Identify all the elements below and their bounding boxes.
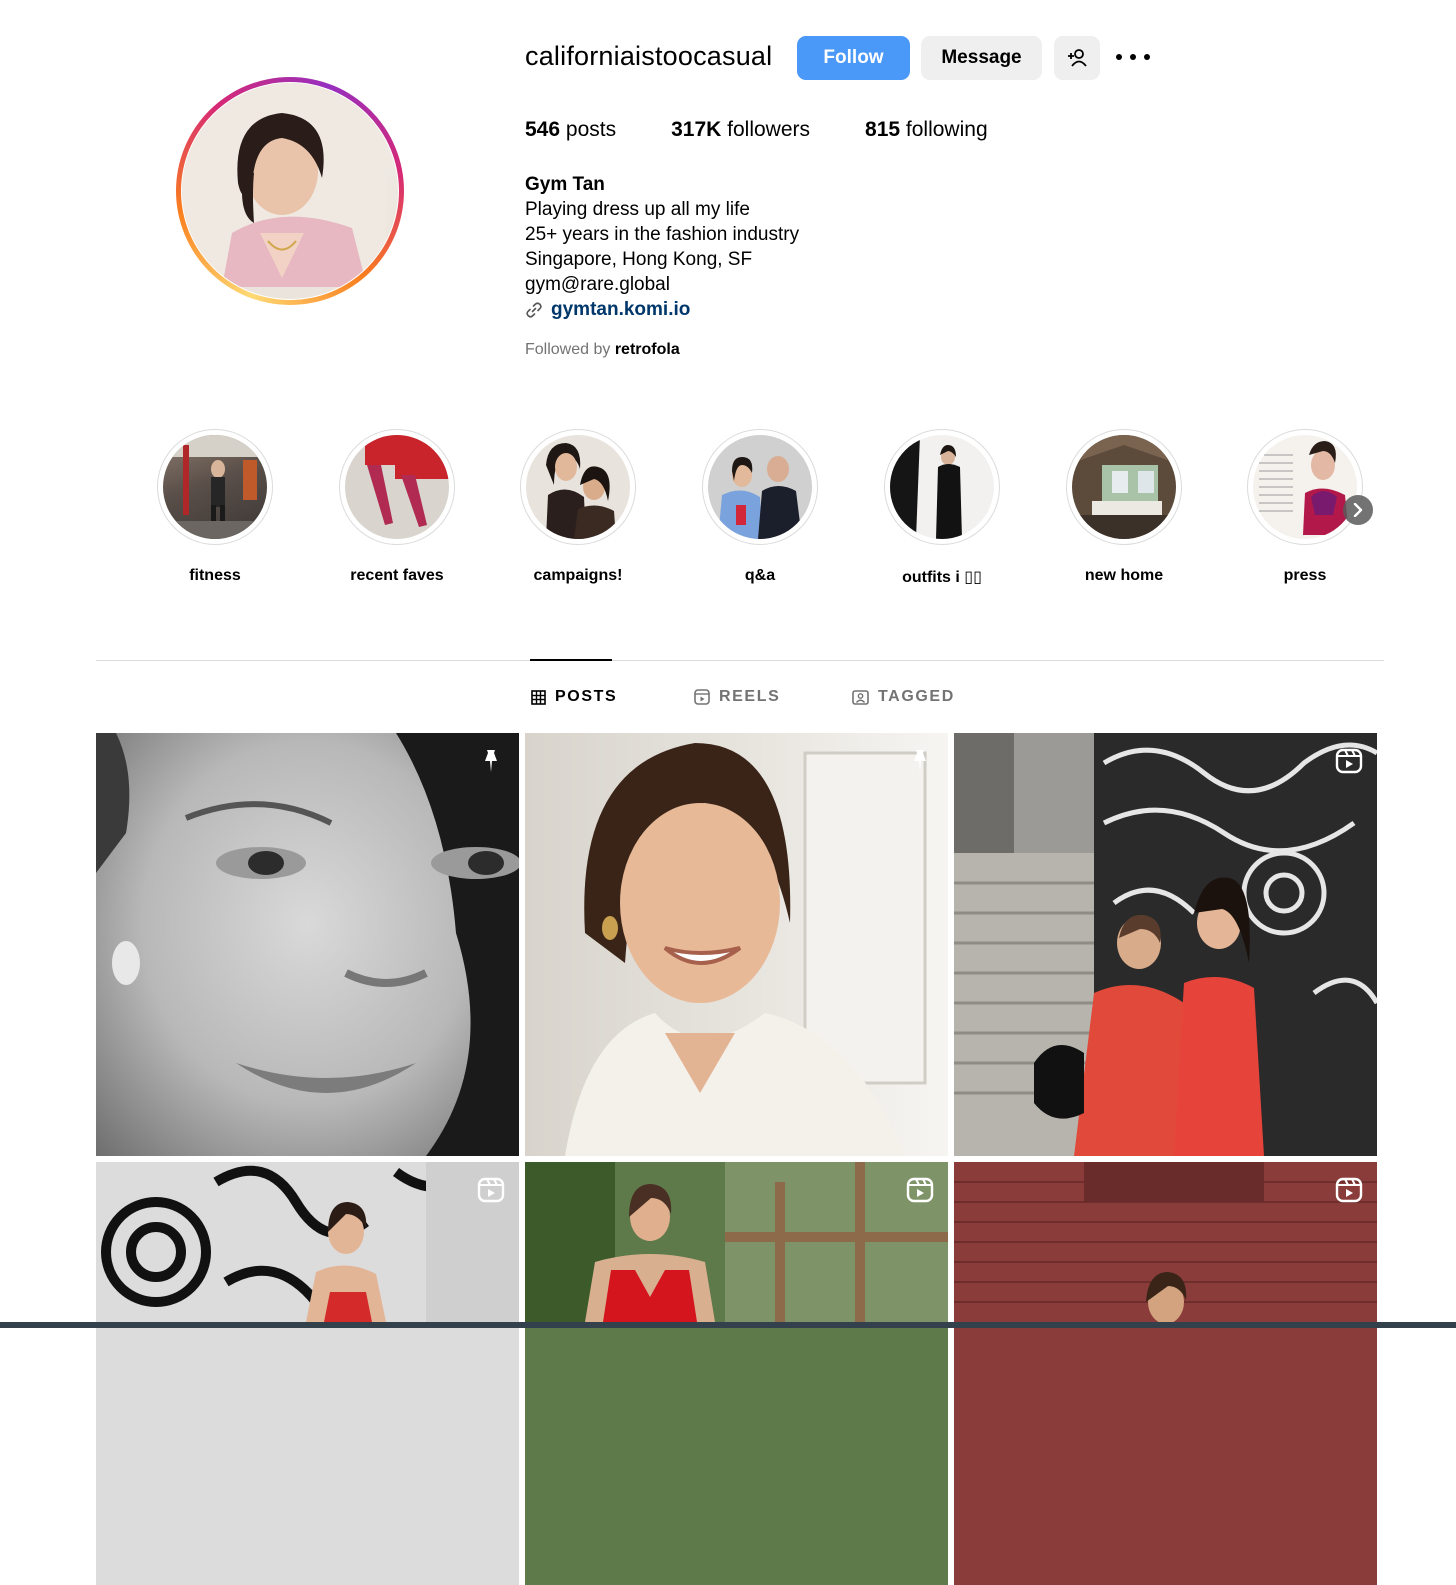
- highlight-thumbnail: [1072, 435, 1176, 539]
- highlight-outfits[interactable]: outfits i ▯▯: [883, 429, 1001, 587]
- more-options-icon[interactable]: [1116, 44, 1150, 70]
- reel-icon: [906, 1177, 934, 1203]
- tagged-icon: [852, 689, 869, 705]
- message-button[interactable]: Message: [921, 36, 1042, 80]
- post-thumbnail[interactable]: [954, 733, 1377, 1156]
- reel-icon: [1335, 1177, 1363, 1203]
- bio-name: Gym Tan: [525, 174, 605, 195]
- tabs-divider: [96, 660, 1384, 661]
- post-image: [101, 1162, 519, 1322]
- post-thumbnail[interactable]: [525, 733, 948, 1156]
- highlight-thumbnail: [345, 435, 449, 539]
- highlight-ring: [157, 429, 273, 545]
- profile-stats: 546 posts 317K followers 815 following: [525, 118, 1043, 142]
- reel-icon: [1335, 748, 1363, 774]
- following-label: following: [905, 118, 988, 141]
- highlight-label: outfits i ▯▯: [902, 569, 982, 586]
- highlight-thumbnail: [526, 435, 630, 539]
- more-dot: [1130, 54, 1136, 60]
- highlight-thumbnail: [890, 435, 994, 539]
- profile-bio: Gym Tan Playing dress up all my life 25+…: [525, 172, 799, 322]
- highlight-image: [546, 443, 616, 539]
- highlight-thumbnail: [163, 435, 267, 539]
- link-icon: [526, 301, 542, 318]
- highlight-ring: [884, 429, 1000, 545]
- highlight-image: [1072, 435, 1176, 539]
- suggested-accounts-button[interactable]: [1054, 36, 1100, 80]
- profile-avatar[interactable]: [176, 77, 404, 305]
- tab-label: REELS: [719, 688, 781, 705]
- active-tab-indicator: [530, 659, 612, 661]
- highlight-new-home[interactable]: new home: [1065, 429, 1183, 585]
- highlight-campaigns[interactable]: campaigns!: [519, 429, 637, 585]
- grid-icon: [531, 689, 546, 705]
- bio-link-text[interactable]: gymtan.komi.io: [551, 297, 690, 322]
- bio-line: Playing dress up all my life: [525, 199, 750, 220]
- following-stat[interactable]: 815 following: [865, 118, 988, 142]
- highlight-label: recent faves: [350, 567, 444, 584]
- followers-label: followers: [727, 118, 811, 141]
- highlight-image: [365, 435, 449, 527]
- highlight-label: new home: [1084, 567, 1164, 584]
- post-image: [565, 743, 927, 1156]
- highlight-label: campaigns!: [533, 567, 623, 584]
- post-thumbnail[interactable]: [96, 1162, 519, 1585]
- highlight-label: press: [1283, 567, 1327, 584]
- avatar-photo: [182, 83, 398, 299]
- reels-icon: [694, 689, 710, 705]
- bio-link[interactable]: gymtan.komi.io: [525, 297, 799, 322]
- highlight-ring: [520, 429, 636, 545]
- window-bottom-edge: [0, 1322, 1456, 1328]
- highlight-thumbnail: [708, 435, 812, 539]
- highlights-next-button[interactable]: [1343, 495, 1373, 525]
- highlight-ring: [339, 429, 455, 545]
- pin-icon: [485, 750, 497, 772]
- highlight-ring: [1066, 429, 1182, 545]
- add-person-icon: [1068, 49, 1087, 67]
- followers-count: 317K: [671, 118, 722, 141]
- tab-label: POSTS: [555, 688, 618, 705]
- post-thumbnail[interactable]: [96, 733, 519, 1156]
- post-image: [954, 733, 1377, 1156]
- post-thumbnail[interactable]: [525, 1162, 948, 1585]
- profile-username: californiaistoocasual: [525, 41, 773, 71]
- highlight-thumbnail: [1253, 435, 1357, 539]
- following-count: 815: [865, 118, 901, 141]
- highlight-label: q&a: [744, 567, 776, 584]
- pin-icon: [914, 750, 926, 772]
- posts-count: 546: [525, 118, 561, 141]
- tab-posts[interactable]: POSTS: [531, 688, 617, 706]
- tab-reels[interactable]: REELS: [694, 688, 780, 706]
- bio-line: Singapore, Hong Kong, SF: [525, 249, 753, 270]
- posts-label: posts: [565, 118, 617, 141]
- highlight-fitness[interactable]: fitness: [156, 429, 274, 585]
- bio-line: 25+ years in the fashion industry: [525, 224, 800, 245]
- bio-line: gym@rare.global: [525, 274, 670, 295]
- follow-button[interactable]: Follow: [797, 36, 910, 80]
- followed-by-prefix: Followed by: [525, 341, 611, 358]
- highlight-image: [890, 435, 962, 539]
- highlight-recent-faves[interactable]: recent faves: [338, 429, 456, 585]
- highlight-ring: [702, 429, 818, 545]
- followed-by[interactable]: Followed by retrofola: [525, 341, 680, 359]
- post-image: [96, 733, 519, 1156]
- highlight-image: [718, 456, 802, 539]
- highlight-qa[interactable]: q&a: [701, 429, 819, 585]
- more-dot: [1144, 54, 1150, 60]
- more-dot: [1116, 54, 1122, 60]
- tab-tagged[interactable]: TAGGED: [852, 688, 955, 706]
- followed-by-user[interactable]: retrofola: [615, 341, 680, 358]
- chevron-right-icon: [1353, 503, 1363, 517]
- post-image: [954, 1162, 1377, 1324]
- post-image: [525, 1162, 948, 1322]
- highlight-label: fitness: [189, 567, 241, 584]
- followers-stat[interactable]: 317K followers: [671, 118, 810, 142]
- tab-label: TAGGED: [878, 688, 955, 705]
- highlight-image: [1259, 441, 1349, 535]
- posts-stat: 546 posts: [525, 118, 616, 142]
- post-thumbnail[interactable]: [954, 1162, 1377, 1585]
- highlight-ring: [1247, 429, 1363, 545]
- highlight-image: [163, 435, 267, 539]
- reel-icon: [477, 1177, 505, 1203]
